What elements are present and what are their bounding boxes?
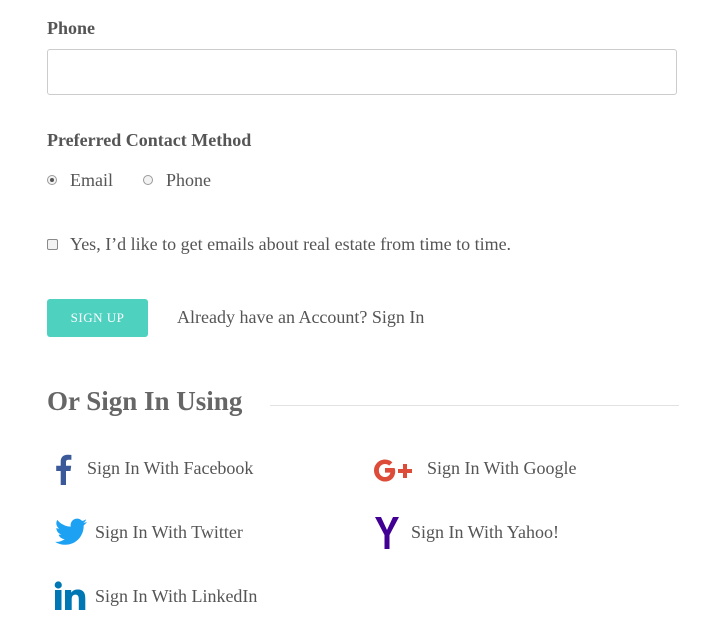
contact-method-label: Preferred Contact Method — [47, 130, 252, 150]
linkedin-signin[interactable]: Sign In With LinkedIn — [47, 580, 297, 614]
twitter-signin[interactable]: Sign In With Twitter — [47, 516, 297, 550]
google-signin[interactable]: Sign In With Google — [370, 452, 630, 486]
google-label: Sign In With Google — [427, 458, 577, 478]
radio-phone-label[interactable]: Phone — [166, 170, 211, 191]
phone-input[interactable] — [47, 49, 677, 95]
phone-label: Phone — [47, 18, 96, 38]
facebook-label: Sign In With Facebook — [87, 458, 254, 478]
radio-email-label[interactable]: Email — [70, 170, 113, 191]
linkedin-label: Sign In With LinkedIn — [95, 586, 258, 606]
section-divider — [270, 405, 679, 406]
radio-phone[interactable] — [143, 175, 153, 185]
twitter-icon — [55, 518, 87, 546]
yahoo-icon — [374, 516, 400, 550]
linkedin-icon — [54, 581, 88, 611]
newsletter-label[interactable]: Yes, I’d like to get emails about real e… — [70, 234, 511, 255]
newsletter-checkbox[interactable] — [47, 239, 58, 250]
sign-up-button[interactable]: SIGN UP — [47, 299, 148, 337]
yahoo-signin[interactable]: Sign In With Yahoo! — [370, 516, 620, 550]
social-section-title: Or Sign In Using — [47, 386, 243, 416]
radio-email[interactable] — [47, 175, 57, 185]
twitter-label: Sign In With Twitter — [95, 522, 243, 542]
sign-in-link[interactable]: Already have an Account? Sign In — [177, 307, 424, 328]
facebook-signin[interactable]: Sign In With Facebook — [47, 452, 297, 486]
yahoo-label: Sign In With Yahoo! — [411, 522, 559, 542]
google-plus-icon — [370, 455, 418, 485]
facebook-icon — [53, 453, 73, 485]
